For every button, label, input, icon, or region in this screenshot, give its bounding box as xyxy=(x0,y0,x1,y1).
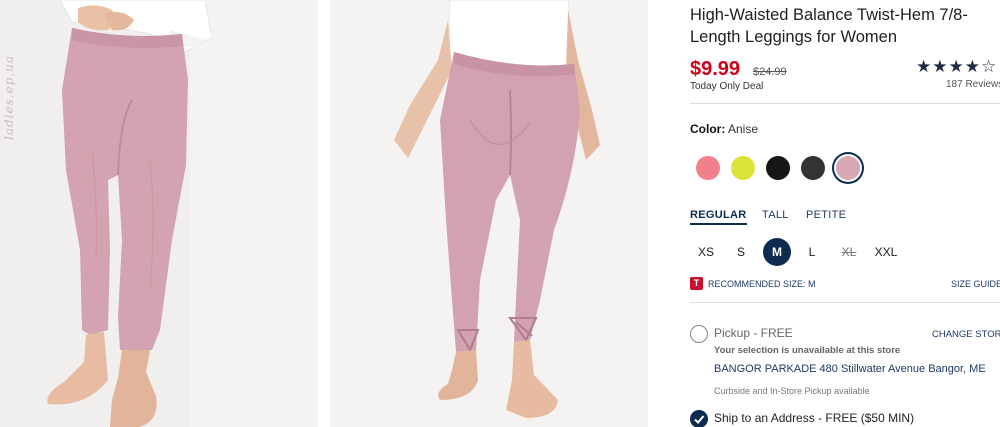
reviews-link[interactable]: 187 Reviews xyxy=(946,79,1000,90)
store-address-link[interactable]: BANGOR PARKADE 480 Stillwater Avenue Ban… xyxy=(714,363,986,375)
divider xyxy=(690,302,1000,303)
color-label-row: Color: Anise xyxy=(690,122,758,136)
rating-stars-icon[interactable]: ★★★★☆ xyxy=(916,57,997,77)
tab-petite[interactable]: PETITE xyxy=(806,209,846,221)
unavailable-message: Your selection is unavailable at this st… xyxy=(714,345,901,356)
recommendation-logo-icon: T xyxy=(690,277,703,290)
product-photo-back[interactable] xyxy=(330,0,648,427)
sale-price: $9.99 xyxy=(690,58,741,80)
size-xs[interactable]: XS xyxy=(694,238,718,266)
tab-tall[interactable]: TALL xyxy=(762,209,789,221)
front-view-illustration xyxy=(0,0,318,427)
size-guide-link[interactable]: SIZE GUIDE xyxy=(951,279,1000,289)
color-selected-name: Anise xyxy=(728,122,759,136)
pickup-label: Pickup - FREE xyxy=(714,326,793,340)
swatch-anise[interactable] xyxy=(836,156,860,180)
product-title: High-Waisted Balance Twist-Hem 7/8-Lengt… xyxy=(690,6,968,46)
swatch-charcoal[interactable] xyxy=(801,156,825,180)
watermark-text: ladies.ep.ua xyxy=(2,54,16,140)
pickup-radio[interactable] xyxy=(690,325,708,343)
deal-label: Today Only Deal xyxy=(690,81,764,92)
original-price: $24.99 xyxy=(753,66,787,78)
size-xxl[interactable]: XXL xyxy=(872,238,900,266)
tab-regular[interactable]: REGULAR xyxy=(690,209,747,225)
divider xyxy=(690,103,1000,104)
pickup-note: Curbside and In-Store Pickup available xyxy=(714,386,870,396)
size-s[interactable]: S xyxy=(732,238,750,266)
product-photo-front[interactable]: ladies.ep.ua xyxy=(0,0,318,427)
ship-to-address-label: Ship to an Address - FREE ($50 MIN) xyxy=(714,411,915,425)
size-m[interactable]: M xyxy=(763,238,791,266)
size-recommendation: T RECOMMENDED SIZE: M SIZE GUIDE xyxy=(690,277,1000,291)
back-view-illustration xyxy=(330,0,648,427)
size-xl[interactable]: XL xyxy=(838,238,860,266)
size-l[interactable]: L xyxy=(805,238,819,266)
swatch-coral[interactable] xyxy=(696,156,720,180)
ship-radio-checked-icon[interactable] xyxy=(690,410,708,427)
swatch-black[interactable] xyxy=(766,156,790,180)
product-info-panel: High-Waisted Balance Twist-Hem 7/8-Lengt… xyxy=(690,0,1000,427)
change-store-link[interactable]: CHANGE STORE xyxy=(932,329,1000,340)
color-label: Color: xyxy=(690,122,726,136)
recommended-size-text: RECOMMENDED SIZE: M xyxy=(708,279,816,289)
swatch-lime[interactable] xyxy=(731,156,755,180)
